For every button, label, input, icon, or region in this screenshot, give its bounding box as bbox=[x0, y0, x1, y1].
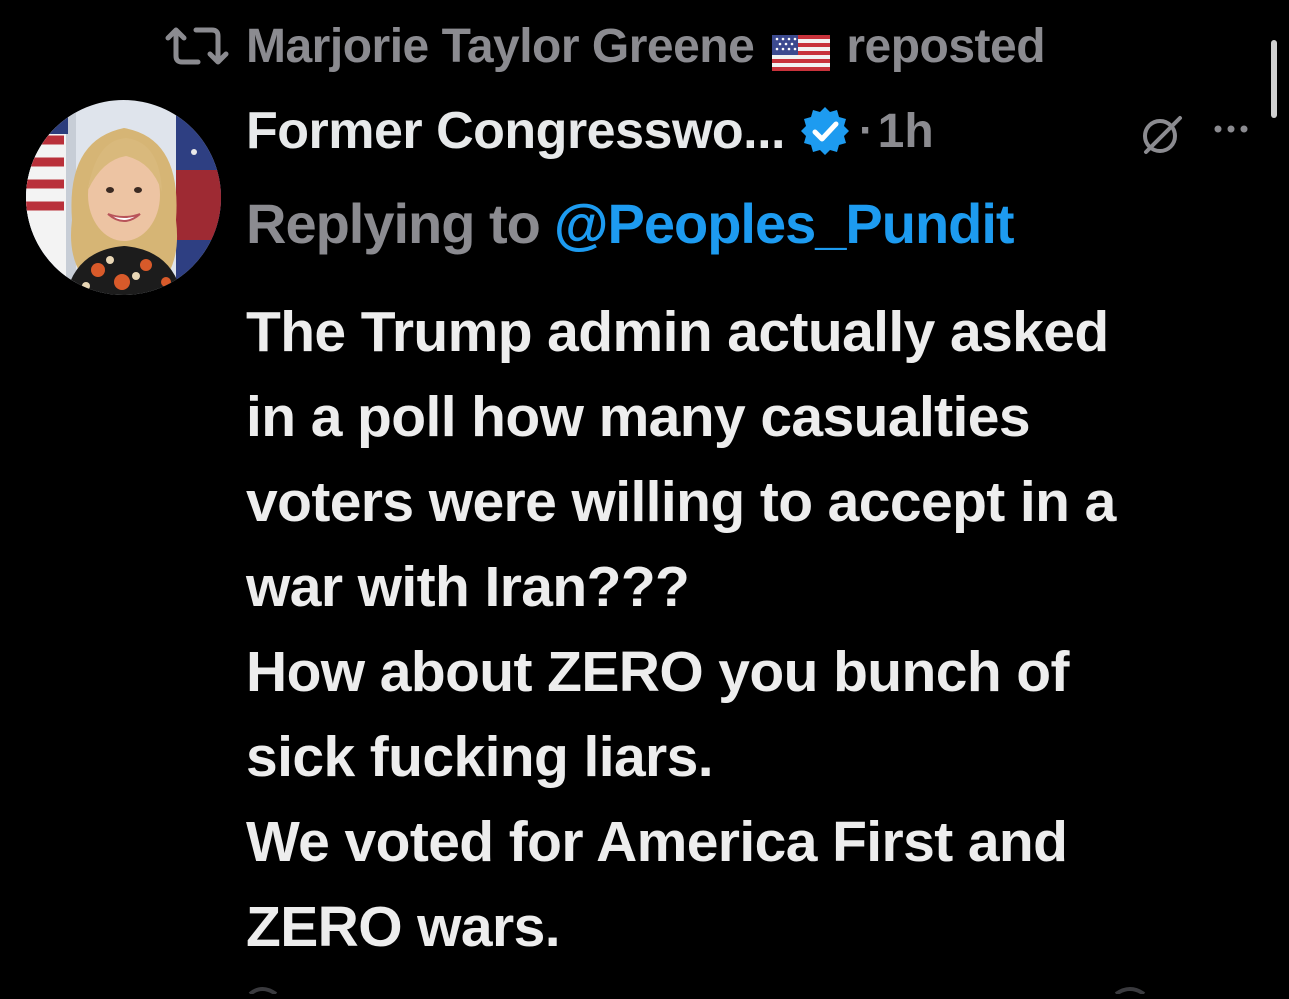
timestamp[interactable]: 1h bbox=[878, 104, 934, 159]
more-icon[interactable] bbox=[1212, 112, 1250, 146]
post-line: in a poll how many casualties bbox=[246, 385, 1031, 449]
us-flag-icon bbox=[772, 28, 831, 71]
post-line: How about ZERO you bunch of bbox=[246, 640, 1069, 704]
replying-to: Replying to @Peoples_Pundit bbox=[246, 188, 1015, 258]
post-line: ZERO wars. bbox=[246, 895, 561, 959]
verified-badge-icon[interactable] bbox=[799, 105, 851, 157]
post-line: war with Iran??? bbox=[246, 555, 690, 619]
repost-header[interactable]: Marjorie Taylor Greene reposted bbox=[160, 14, 1046, 78]
scrollbar[interactable] bbox=[1271, 40, 1277, 118]
post-body: The Trump admin actually asked in a poll… bbox=[246, 290, 1276, 970]
post-line: The Trump admin actually asked bbox=[246, 300, 1109, 364]
post-line: voters were willing to accept in a bbox=[246, 470, 1116, 534]
reply-handle-link[interactable]: @Peoples_Pundit bbox=[554, 191, 1015, 256]
grok-icon[interactable] bbox=[1138, 110, 1186, 158]
post-line: We voted for America First and bbox=[246, 810, 1068, 874]
avatar[interactable] bbox=[26, 100, 221, 295]
repost-label: reposted bbox=[846, 19, 1046, 73]
display-name[interactable]: Former Congresswo... bbox=[246, 101, 786, 161]
cut-off-action-bar bbox=[0, 978, 1289, 996]
repost-icon bbox=[160, 22, 234, 70]
reply-prefix: Replying to bbox=[246, 191, 541, 255]
post-line: sick fucking liars. bbox=[246, 725, 714, 789]
reposter-name[interactable]: Marjorie Taylor Greene bbox=[246, 19, 755, 74]
separator-dot: · bbox=[859, 106, 874, 155]
post-header: Former Congresswo... · 1h bbox=[246, 96, 934, 166]
